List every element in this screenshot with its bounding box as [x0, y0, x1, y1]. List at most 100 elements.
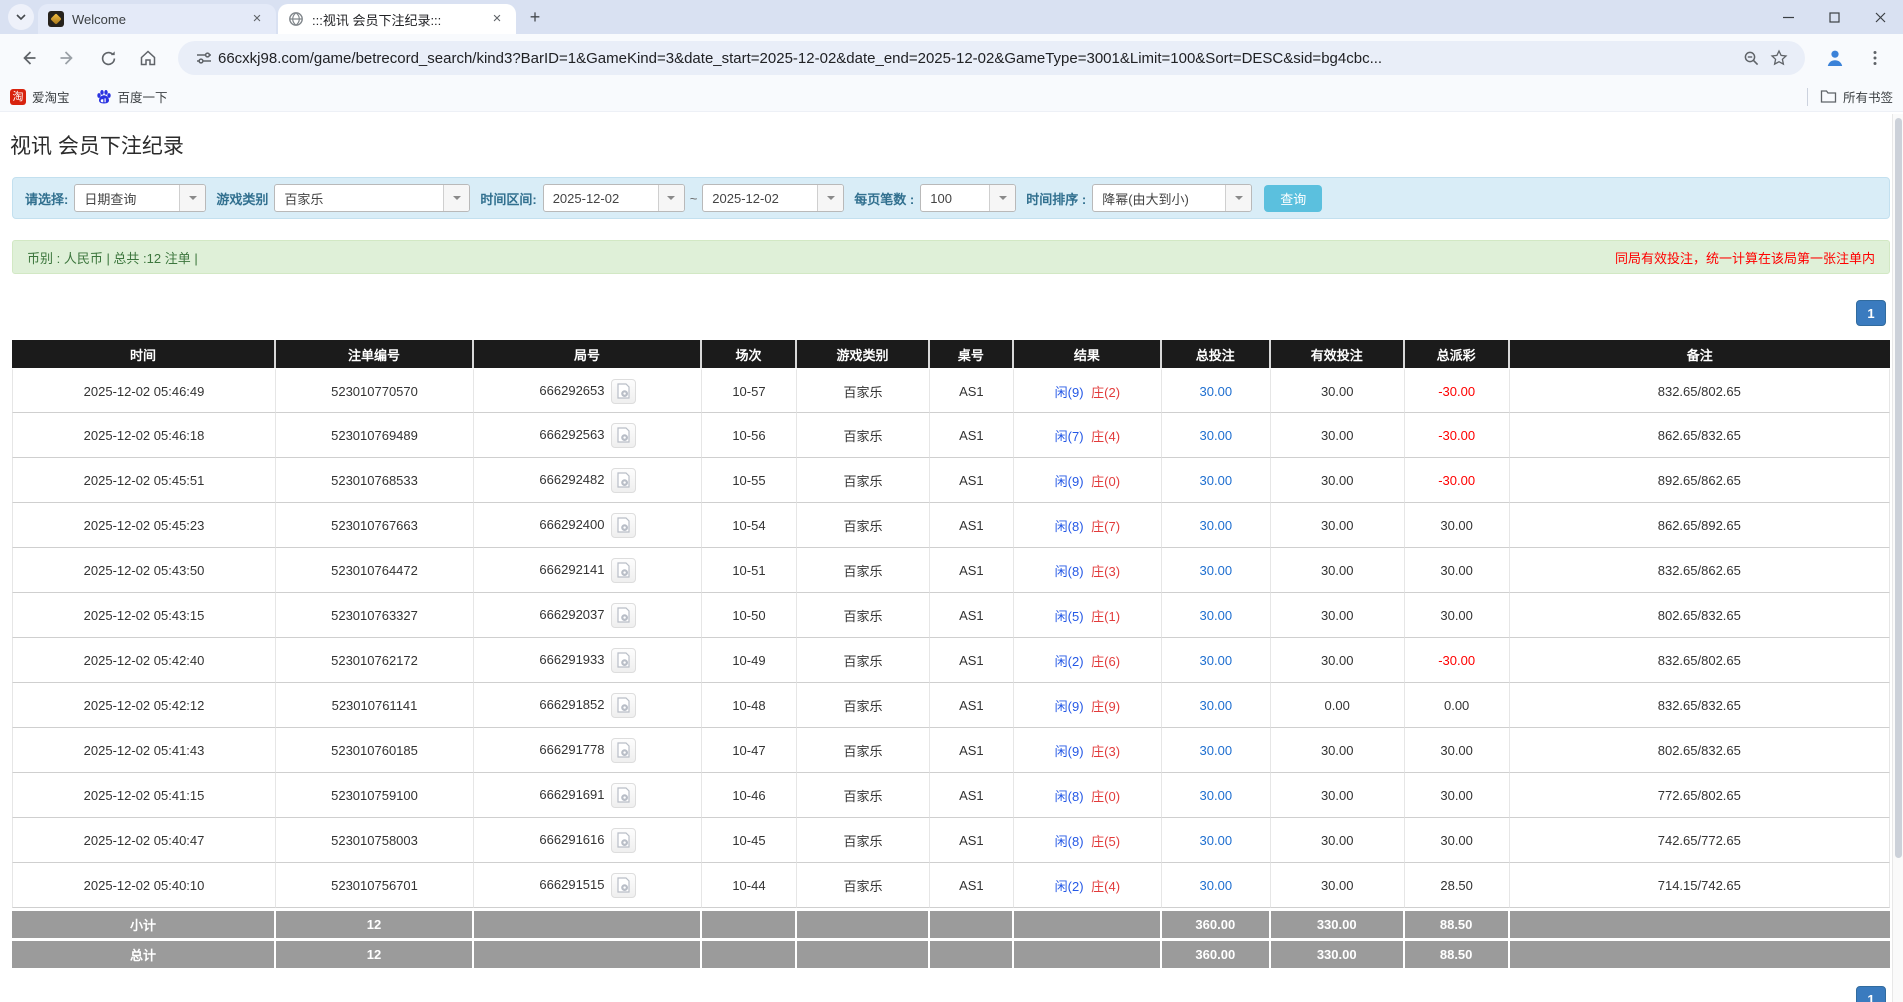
- video-replay-button[interactable]: [611, 693, 636, 718]
- header-result: 结果: [1014, 340, 1162, 368]
- close-window-button[interactable]: [1857, 0, 1903, 34]
- video-replay-button[interactable]: [611, 513, 636, 538]
- close-tab-icon[interactable]: ×: [488, 10, 506, 28]
- query-type-select[interactable]: 日期查询: [74, 184, 206, 212]
- forward-button[interactable]: [51, 41, 85, 75]
- cell-session: 10-48: [702, 683, 797, 728]
- cell-result: 闲(8) 庄(0): [1014, 773, 1162, 818]
- tab-welcome[interactable]: Welcome ×: [38, 4, 276, 34]
- site-info-icon[interactable]: [190, 44, 218, 72]
- video-replay-button[interactable]: [611, 738, 636, 763]
- cell-game-category: 百家乐: [797, 368, 930, 413]
- video-file-icon: [616, 383, 631, 399]
- folder-icon: [1820, 89, 1837, 104]
- empty-cell: [702, 938, 797, 968]
- cell-total-bet: 30.00: [1162, 503, 1271, 548]
- tab-search-button[interactable]: [8, 4, 34, 30]
- cell-valid-bet: 30.00: [1271, 773, 1405, 818]
- zoom-page-icon[interactable]: [1737, 44, 1765, 72]
- date-range-label: 时间区间:: [480, 189, 536, 208]
- cell-valid-bet: 30.00: [1271, 593, 1405, 638]
- page-scrollbar[interactable]: [1892, 114, 1903, 1002]
- page-content: 视讯 会员下注纪录 请选择: 日期查询 游戏类别 百家乐 时间区间: 2025-…: [0, 113, 1903, 1002]
- reload-button[interactable]: [91, 41, 125, 75]
- page-size-value: 100: [921, 185, 989, 211]
- tab-betrecord[interactable]: :::视讯 会员下注纪录::: ×: [278, 4, 516, 34]
- video-replay-button[interactable]: [611, 828, 636, 853]
- cell-note: 772.65/802.65: [1510, 773, 1890, 818]
- cell-round: 666291515: [474, 863, 702, 908]
- total-bet-link[interactable]: 30.00: [1200, 473, 1233, 488]
- cell-result: 闲(2) 庄(4): [1014, 863, 1162, 908]
- bookmark-star-icon[interactable]: [1765, 44, 1793, 72]
- summary-bar: 币别 : 人民币 | 总共 :12 注单 | 同局有效投注，统一计算在该局第一张…: [12, 240, 1890, 274]
- scrollbar-thumb[interactable]: [1895, 118, 1902, 858]
- round-number: 666291852: [539, 696, 604, 711]
- total-bet-link[interactable]: 30.00: [1200, 698, 1233, 713]
- sort-order-select[interactable]: 降幂(由大到小): [1092, 184, 1252, 212]
- profile-avatar[interactable]: [1818, 41, 1852, 75]
- back-button[interactable]: [11, 41, 45, 75]
- video-file-icon: [616, 562, 631, 578]
- cell-note: 832.65/832.65: [1510, 683, 1890, 728]
- close-tab-icon[interactable]: ×: [248, 10, 266, 28]
- video-replay-button[interactable]: [611, 423, 636, 448]
- cell-bet-id: 523010769489: [276, 413, 474, 458]
- pagination-page-1[interactable]: 1: [1856, 300, 1886, 326]
- result-player: 闲(9): [1055, 699, 1084, 714]
- cell-valid-bet: 30.00: [1271, 458, 1405, 503]
- bookmark-aitaobao[interactable]: 淘 爱淘宝: [10, 87, 70, 106]
- total-bet-link[interactable]: 30.00: [1200, 384, 1233, 399]
- all-bookmarks[interactable]: 所有书签: [1807, 87, 1893, 106]
- total-bet-link[interactable]: 30.00: [1200, 608, 1233, 623]
- cell-table-no: AS1: [930, 683, 1014, 728]
- reload-icon: [99, 49, 118, 68]
- video-replay-button[interactable]: [611, 873, 636, 898]
- home-button[interactable]: [131, 41, 165, 75]
- cell-bet-id: 523010767663: [276, 503, 474, 548]
- search-button[interactable]: 查询: [1264, 185, 1322, 212]
- total-bet-link[interactable]: 30.00: [1200, 563, 1233, 578]
- date-end-select[interactable]: 2025-12-02: [702, 184, 844, 212]
- total-bet-link[interactable]: 30.00: [1200, 878, 1233, 893]
- total-bet-link[interactable]: 30.00: [1200, 653, 1233, 668]
- table-row: 2025-12-02 05:45:23 523010767663 6662924…: [12, 503, 1890, 548]
- empty-cell: [1510, 908, 1890, 938]
- bookmark-baidu[interactable]: 百度一下: [96, 87, 168, 106]
- address-bar[interactable]: 66cxkj98.com/game/betrecord_search/kind3…: [178, 41, 1805, 75]
- result-player: 闲(9): [1055, 474, 1084, 489]
- cell-valid-bet: 30.00: [1271, 413, 1405, 458]
- cell-payout: 0.00: [1405, 683, 1510, 728]
- empty-cell: [797, 938, 930, 968]
- video-replay-button[interactable]: [611, 379, 636, 404]
- cell-game-category: 百家乐: [797, 503, 930, 548]
- video-replay-button[interactable]: [611, 603, 636, 628]
- new-tab-button[interactable]: +: [522, 4, 548, 30]
- page-size-select[interactable]: 100: [920, 184, 1016, 212]
- maximize-button[interactable]: [1811, 0, 1857, 34]
- cell-result: 闲(9) 庄(0): [1014, 458, 1162, 503]
- video-replay-button[interactable]: [611, 468, 636, 493]
- total-bet-link[interactable]: 30.00: [1200, 518, 1233, 533]
- game-category-select[interactable]: 百家乐: [274, 184, 470, 212]
- cell-round: 666291778: [474, 728, 702, 773]
- date-start-select[interactable]: 2025-12-02: [543, 184, 685, 212]
- taobao-icon: 淘: [10, 89, 26, 105]
- total-bet-link[interactable]: 30.00: [1200, 428, 1233, 443]
- minimize-button[interactable]: [1765, 0, 1811, 34]
- round-number: 666292037: [539, 606, 604, 621]
- video-replay-button[interactable]: [611, 783, 636, 808]
- cell-bet-id: 523010756701: [276, 863, 474, 908]
- chevron-down-icon: [1225, 185, 1251, 211]
- url-text[interactable]: 66cxkj98.com/game/betrecord_search/kind3…: [218, 50, 1737, 67]
- total-bet-link[interactable]: 30.00: [1200, 743, 1233, 758]
- total-bet-link[interactable]: 30.00: [1200, 788, 1233, 803]
- pagination-page-1-bottom[interactable]: 1: [1856, 986, 1886, 1002]
- video-replay-button[interactable]: [611, 648, 636, 673]
- total-bet-link[interactable]: 30.00: [1200, 833, 1233, 848]
- welcome-favicon-icon: [48, 11, 64, 27]
- cell-round: 666292141: [474, 548, 702, 593]
- video-replay-button[interactable]: [611, 558, 636, 583]
- video-file-icon: [616, 877, 631, 893]
- chrome-menu-button[interactable]: [1858, 41, 1892, 75]
